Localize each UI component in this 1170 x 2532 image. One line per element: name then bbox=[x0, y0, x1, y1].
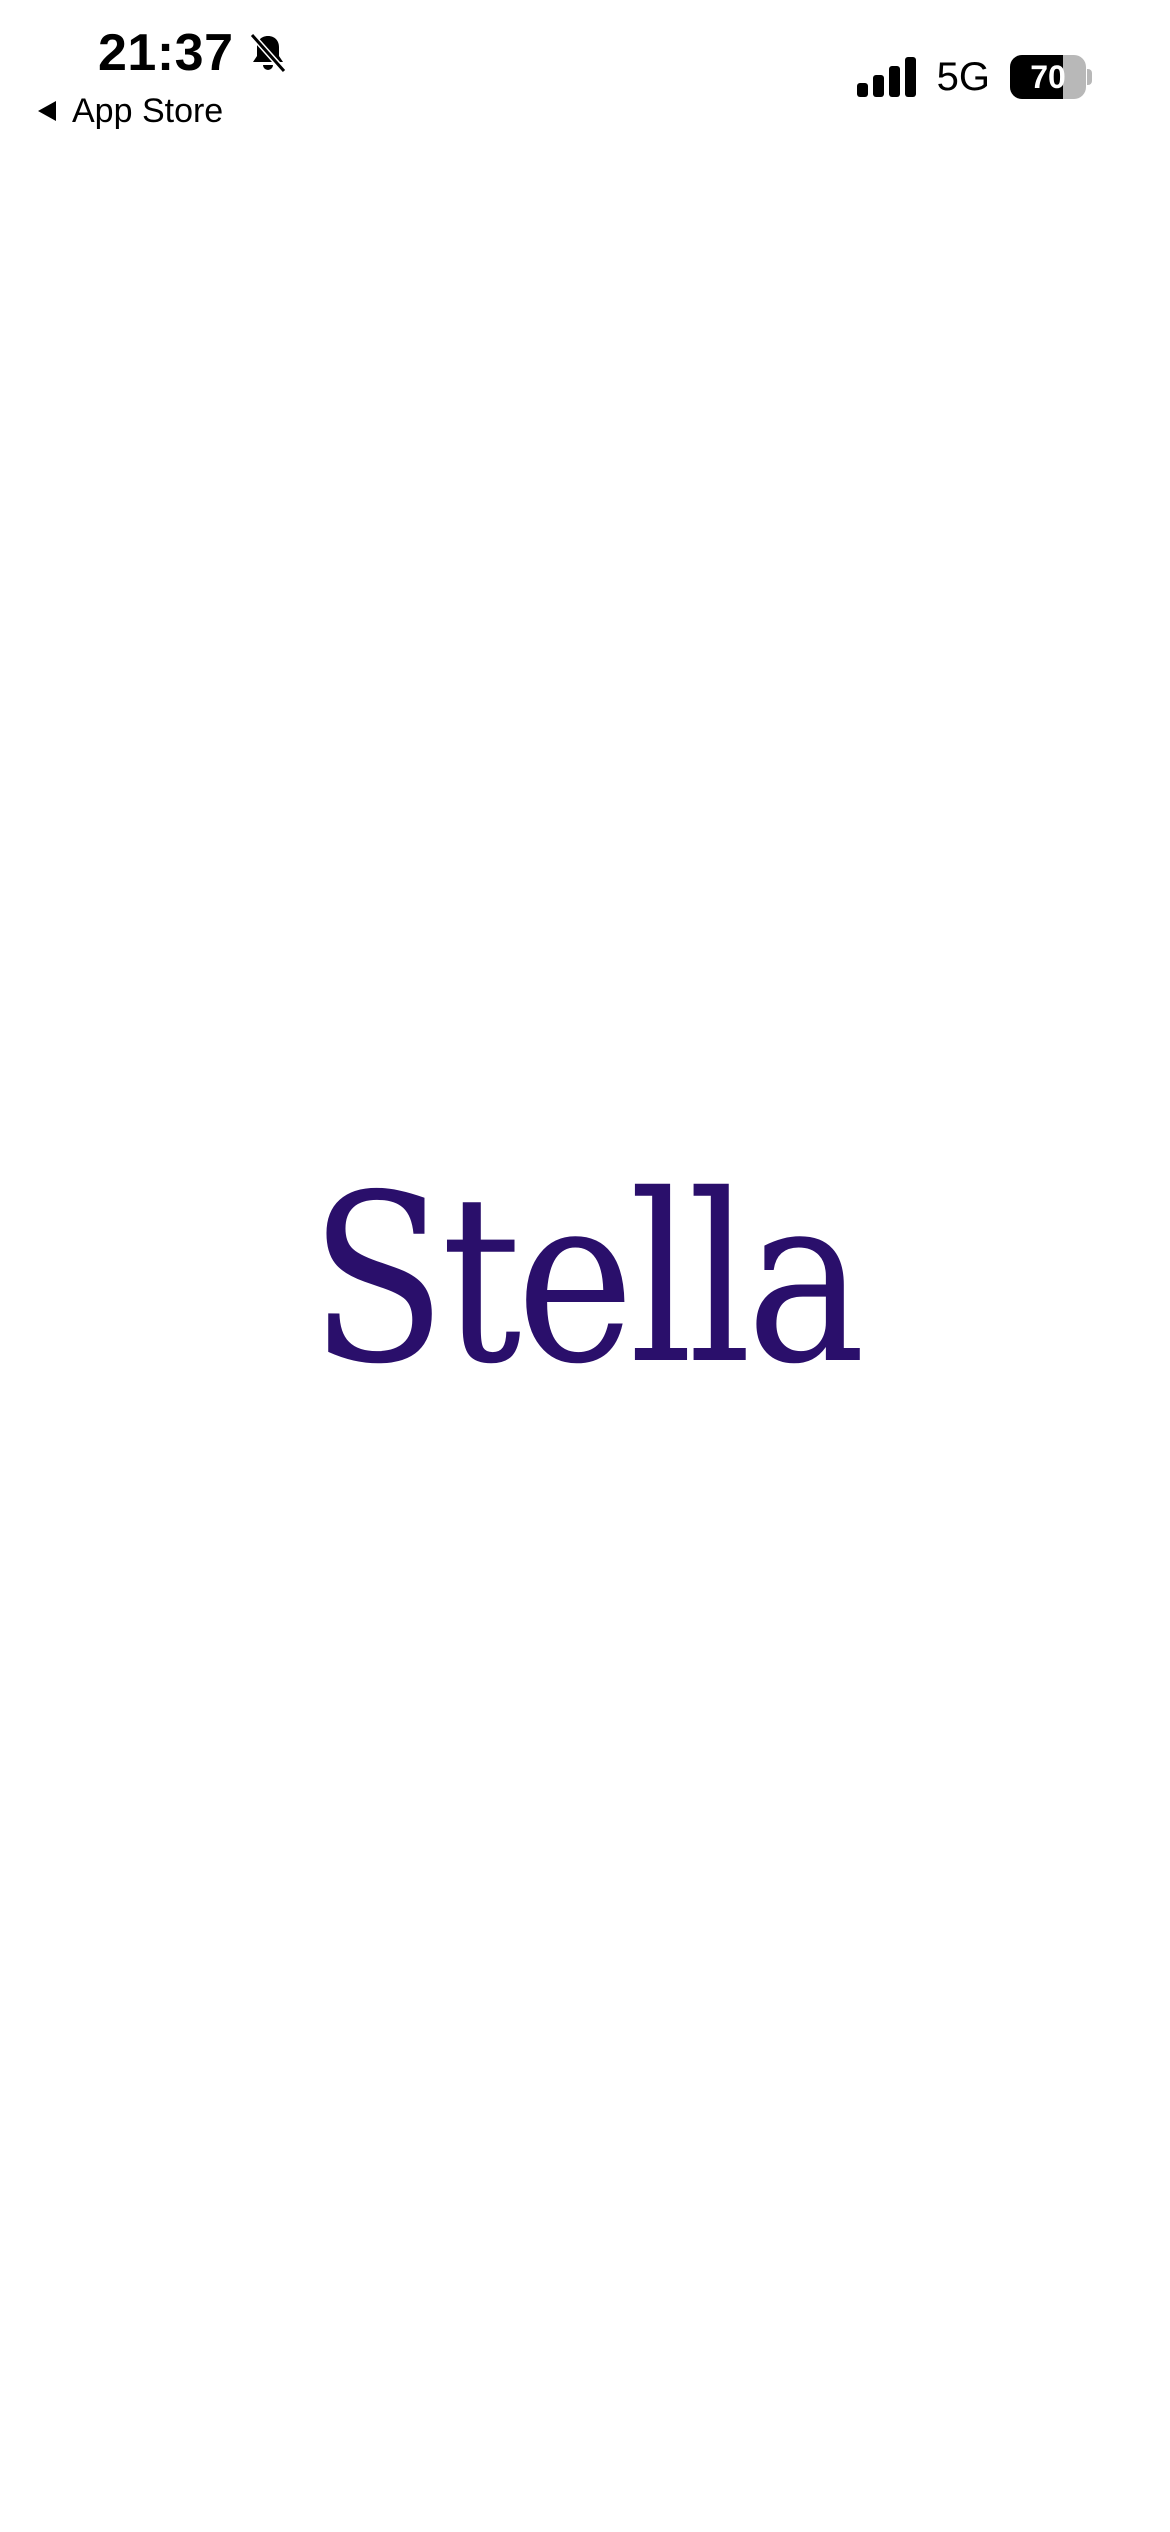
battery-level: 70 bbox=[1030, 59, 1066, 95]
back-to-app-store-button[interactable]: App Store bbox=[36, 88, 223, 134]
back-arrow-icon bbox=[36, 99, 58, 123]
battery-body: 70 bbox=[1010, 55, 1086, 99]
time-group: 21:37 bbox=[98, 22, 290, 84]
signal-bars-icon bbox=[856, 57, 917, 97]
status-indicators: 5G 70 bbox=[856, 50, 1092, 104]
battery-tip bbox=[1087, 69, 1092, 85]
status-time: 21:37 bbox=[98, 24, 234, 82]
status-bar: 21:37 App Store 5G 70 bbox=[0, 0, 1170, 150]
network-type: 5G bbox=[936, 55, 990, 99]
app-logo: Stella bbox=[309, 1145, 866, 1415]
battery-icon: 70 bbox=[1010, 55, 1092, 99]
back-label: App Store bbox=[72, 92, 224, 130]
bell-slash-icon bbox=[246, 31, 290, 75]
